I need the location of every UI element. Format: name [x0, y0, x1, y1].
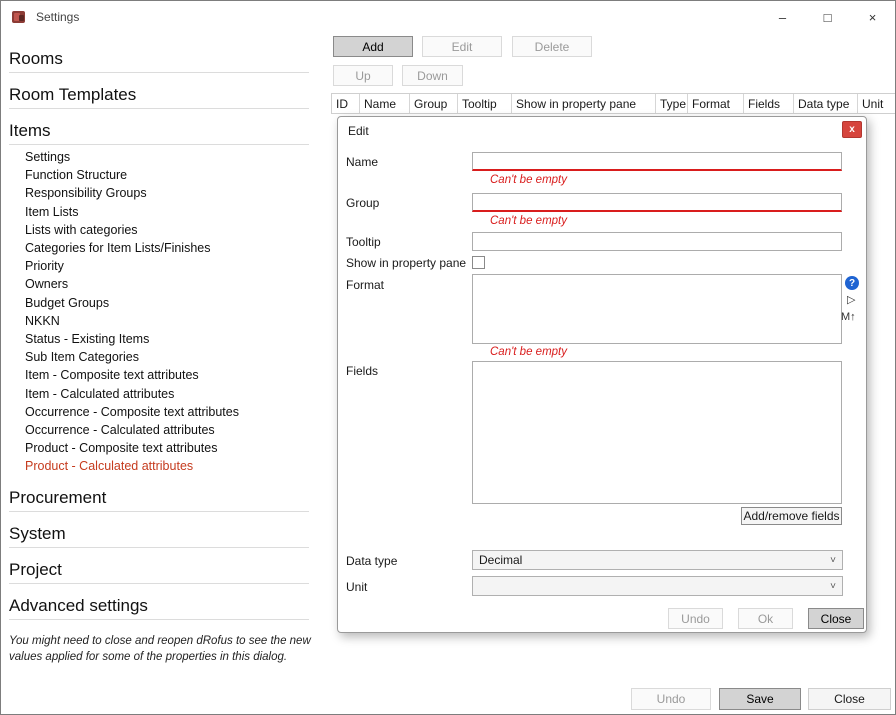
column-header-data-type[interactable]: Data type: [794, 94, 858, 113]
sidebar-item-status-existing-items[interactable]: Status - Existing Items: [17, 330, 329, 348]
dialog-ok-button[interactable]: Ok: [738, 608, 793, 629]
data-type-label: Data type: [346, 554, 397, 568]
help-icon[interactable]: ?: [845, 276, 859, 290]
sidebar-item-item-lists[interactable]: Item Lists: [17, 203, 329, 221]
section-divider: [9, 511, 309, 512]
sidebar: Rooms Room Templates Items Settings Func…: [1, 33, 329, 714]
sidebar-item-occurrence-calculated-attributes[interactable]: Occurrence - Calculated attributes: [17, 421, 329, 439]
sidebar-item-item-composite-text-attributes[interactable]: Item - Composite text attributes: [17, 366, 329, 384]
tooltip-label: Tooltip: [346, 235, 381, 249]
m-up-icon[interactable]: M↑: [841, 311, 856, 323]
name-error-text: Can't be empty: [490, 174, 567, 186]
section-divider: [9, 619, 309, 620]
maximize-icon[interactable]: □: [805, 1, 850, 33]
section-divider: [9, 144, 309, 145]
add-remove-fields-button[interactable]: Add/remove fields: [741, 507, 842, 525]
sidebar-section-advanced-settings[interactable]: Advanced settings: [9, 596, 329, 616]
sidebar-item-function-structure[interactable]: Function Structure: [17, 166, 329, 184]
close-icon[interactable]: ×: [850, 1, 895, 33]
section-divider: [9, 583, 309, 584]
sidebar-footer-note: You might need to close and reopen dRofu…: [9, 633, 311, 666]
column-header-show-in-property-pane[interactable]: Show in property pane: [512, 94, 656, 113]
items-subsection-list: Settings Function Structure Responsibili…: [17, 148, 329, 476]
run-icon[interactable]: ▷: [847, 293, 855, 306]
fields-field[interactable]: [472, 361, 842, 504]
sidebar-section-system[interactable]: System: [9, 524, 329, 544]
dialog-title: Edit: [348, 124, 369, 138]
section-divider: [9, 108, 309, 109]
column-header-unit[interactable]: Unit: [858, 94, 895, 113]
window-title: Settings: [36, 10, 79, 24]
sidebar-item-settings[interactable]: Settings: [17, 148, 329, 166]
sidebar-item-priority[interactable]: Priority: [17, 257, 329, 275]
sidebar-item-product-calculated-attributes-selected[interactable]: Product - Calculated attributes: [17, 457, 329, 475]
column-header-id[interactable]: ID: [332, 94, 360, 113]
show-in-property-pane-label: Show in property pane: [346, 256, 466, 270]
sidebar-section-procurement[interactable]: Procurement: [9, 488, 329, 508]
dialog-close-button[interactable]: Close: [808, 608, 864, 629]
name-field[interactable]: [472, 152, 842, 171]
section-divider: [9, 72, 309, 73]
sidebar-section-room-templates[interactable]: Room Templates: [9, 85, 329, 105]
sidebar-item-responsibility-groups[interactable]: Responsibility Groups: [17, 184, 329, 202]
sidebar-item-budget-groups[interactable]: Budget Groups: [17, 294, 329, 312]
column-header-format[interactable]: Format: [688, 94, 744, 113]
window-controls: – □ ×: [760, 1, 895, 33]
sidebar-section-items[interactable]: Items: [9, 121, 329, 141]
data-type-dropdown[interactable]: Decimal ˅: [472, 550, 843, 570]
footer-save-button[interactable]: Save: [719, 688, 801, 710]
column-header-type[interactable]: Type: [656, 94, 688, 113]
sidebar-item-item-calculated-attributes[interactable]: Item - Calculated attributes: [17, 385, 329, 403]
group-label: Group: [346, 196, 379, 210]
show-in-property-pane-checkbox[interactable]: [472, 256, 485, 269]
sidebar-item-sub-item-categories[interactable]: Sub Item Categories: [17, 348, 329, 366]
format-field[interactable]: [472, 274, 842, 344]
app-icon: [11, 9, 27, 25]
column-header-fields[interactable]: Fields: [744, 94, 794, 113]
format-error-text: Can't be empty: [490, 346, 567, 358]
table-header-row: ID Name Group Tooltip Show in property p…: [331, 93, 895, 114]
chevron-down-icon: ˅: [830, 555, 836, 566]
unit-dropdown[interactable]: ˅: [472, 576, 843, 596]
footer-close-button[interactable]: Close: [808, 688, 891, 710]
chevron-down-icon: ˅: [830, 581, 836, 592]
edit-dialog: Edit x Name Can't be empty Group Can't b…: [337, 116, 867, 633]
title-bar: Settings – □ ×: [1, 1, 895, 33]
edit-button[interactable]: Edit: [422, 36, 502, 57]
group-error-text: Can't be empty: [490, 215, 567, 227]
section-divider: [9, 547, 309, 548]
sidebar-item-product-composite-text-attributes[interactable]: Product - Composite text attributes: [17, 439, 329, 457]
add-button[interactable]: Add: [333, 36, 413, 57]
sidebar-section-rooms[interactable]: Rooms: [9, 49, 329, 69]
data-type-value: Decimal: [479, 553, 522, 567]
footer-undo-button[interactable]: Undo: [631, 688, 711, 710]
sidebar-item-occurrence-composite-text-attributes[interactable]: Occurrence - Composite text attributes: [17, 403, 329, 421]
column-header-tooltip[interactable]: Tooltip: [458, 94, 512, 113]
minimize-icon[interactable]: –: [760, 1, 805, 33]
unit-label: Unit: [346, 580, 367, 594]
down-button[interactable]: Down: [402, 65, 463, 86]
column-header-name[interactable]: Name: [360, 94, 410, 113]
sidebar-item-lists-with-categories[interactable]: Lists with categories: [17, 221, 329, 239]
sidebar-item-nkkn[interactable]: NKKN: [17, 312, 329, 330]
sidebar-item-categories-for-item-lists[interactable]: Categories for Item Lists/Finishes: [17, 239, 329, 257]
group-field[interactable]: [472, 193, 842, 212]
sidebar-section-project[interactable]: Project: [9, 560, 329, 580]
name-label: Name: [346, 155, 378, 169]
dialog-close-icon[interactable]: x: [842, 121, 862, 138]
tooltip-field[interactable]: [472, 232, 842, 251]
sidebar-item-owners[interactable]: Owners: [17, 275, 329, 293]
format-label: Format: [346, 278, 384, 292]
settings-window: Settings – □ × Rooms Room Templates Item…: [0, 0, 896, 715]
fields-label: Fields: [346, 364, 378, 378]
delete-button[interactable]: Delete: [512, 36, 592, 57]
up-button[interactable]: Up: [333, 65, 393, 86]
column-header-group[interactable]: Group: [410, 94, 458, 113]
dialog-undo-button[interactable]: Undo: [668, 608, 723, 629]
